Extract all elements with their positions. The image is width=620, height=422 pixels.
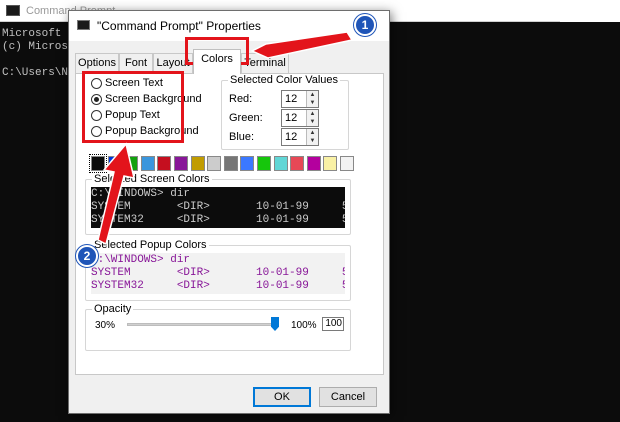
spin-down-icon[interactable]: ▼ xyxy=(306,118,318,126)
green-label: Green: xyxy=(229,112,263,124)
color-swatch[interactable] xyxy=(107,156,122,171)
group-legend: Selected Screen Colors xyxy=(92,173,212,185)
preview-line: SYSTEM <DIR> 10-01-99 5:00 xyxy=(91,267,345,279)
red-spinner[interactable]: 12 ▲ ▼ xyxy=(281,90,319,108)
green-value: 12 xyxy=(285,112,298,124)
tab-colors[interactable]: Colors xyxy=(193,49,241,74)
popup-colors-preview: C:\WINDOWS> dir SYSTEM <DIR> 10-01-99 5:… xyxy=(91,253,345,294)
ok-button[interactable]: OK xyxy=(253,387,311,407)
console-app-icon xyxy=(6,5,20,16)
spin-up-icon[interactable]: ▲ xyxy=(306,129,318,137)
dialog-title: "Command Prompt" Properties xyxy=(97,19,261,33)
color-swatch[interactable] xyxy=(157,156,172,171)
console-line: Microsoft W xyxy=(2,28,75,40)
titlebar-right-area xyxy=(560,0,620,22)
step-2-badge: 2 xyxy=(76,245,98,267)
color-swatch[interactable] xyxy=(340,156,354,171)
opacity-value-field[interactable]: 100 xyxy=(322,317,344,331)
tab-options[interactable]: Options xyxy=(75,53,119,73)
color-swatch[interactable] xyxy=(257,156,271,171)
red-label: Red: xyxy=(229,93,253,105)
blue-label: Blue: xyxy=(229,131,255,143)
preview-line: C:\WINDOWS> dir xyxy=(91,188,191,200)
green-spinner[interactable]: 12 ▲ ▼ xyxy=(281,109,319,127)
group-legend: Opacity xyxy=(92,303,134,315)
screen-colors-preview: C:\WINDOWS> dir SYSTEM <DIR> 10-01-99 5:… xyxy=(91,187,345,228)
console-app-icon xyxy=(77,20,90,30)
color-swatch[interactable] xyxy=(89,154,107,173)
color-swatch[interactable] xyxy=(140,156,155,171)
console-line: (c) Microso xyxy=(2,41,75,53)
spin-up-icon[interactable]: ▲ xyxy=(306,91,318,99)
tab-font[interactable]: Font xyxy=(119,53,153,73)
red-value: 12 xyxy=(285,93,298,105)
preview-line: C:\WINDOWS> dir xyxy=(91,254,191,266)
spin-down-icon[interactable]: ▼ xyxy=(306,137,318,145)
radio-group-highlight xyxy=(82,71,184,143)
color-swatch[interactable] xyxy=(240,156,255,171)
color-swatch[interactable] xyxy=(306,156,321,171)
console-line: C:\Users\Ng xyxy=(2,67,75,79)
opacity-max-label: 100% xyxy=(291,320,317,331)
spin-up-icon[interactable]: ▲ xyxy=(306,110,318,118)
blue-spinner[interactable]: 12 ▲ ▼ xyxy=(281,128,319,146)
color-swatch[interactable] xyxy=(174,156,188,171)
preview-line: SYSTEM32 <DIR> 10-01-99 5:00 xyxy=(91,280,345,292)
color-swatch[interactable] xyxy=(124,156,139,171)
color-swatch[interactable] xyxy=(323,156,338,171)
group-legend: Selected Popup Colors xyxy=(92,239,209,251)
cancel-button[interactable]: Cancel xyxy=(319,387,377,407)
group-legend: Selected Color Values xyxy=(228,74,341,86)
color-swatch[interactable] xyxy=(273,156,288,171)
preview-line: SYSTEM32 <DIR> 10-01-99 5:00 xyxy=(91,214,345,226)
color-swatch[interactable] xyxy=(223,156,238,171)
opacity-slider[interactable] xyxy=(127,323,277,326)
preview-line: SYSTEM <DIR> 10-01-99 5:00 xyxy=(91,201,345,213)
step-1-badge: 1 xyxy=(354,14,376,36)
blue-value: 12 xyxy=(285,131,298,143)
color-swatch[interactable] xyxy=(190,156,205,171)
opacity-min-label: 30% xyxy=(95,320,116,331)
color-swatch[interactable] xyxy=(207,156,222,171)
spin-down-icon[interactable]: ▼ xyxy=(306,99,318,107)
color-swatch[interactable] xyxy=(290,156,305,171)
